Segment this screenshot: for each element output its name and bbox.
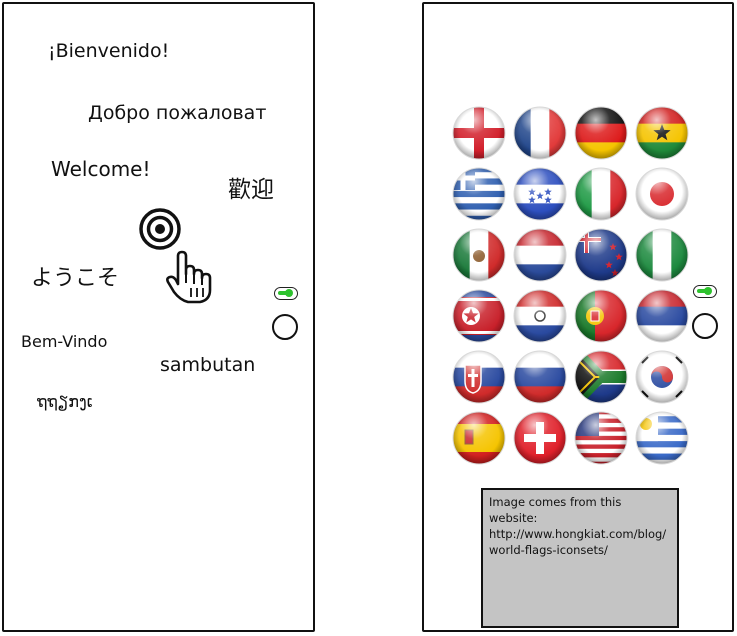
- nigeria-flag-icon[interactable]: [634, 227, 690, 283]
- greeting-japanese: ようこそ: [31, 266, 120, 291]
- flag-radio-button[interactable]: [692, 313, 718, 339]
- pointing-hand-icon: [166, 250, 212, 304]
- south-africa-flag-icon[interactable]: [573, 349, 629, 405]
- target-icon: [139, 208, 181, 250]
- greeting-tagalog: sambutan: [160, 354, 256, 376]
- netherlands-flag-icon[interactable]: [512, 227, 568, 283]
- source-note-url: http://www.hongkiat.com/blog/: [489, 527, 667, 541]
- usa-flag-icon[interactable]: [573, 410, 629, 466]
- greeting-portuguese: Bem-Vindo: [21, 332, 108, 351]
- japan-flag-icon[interactable]: [634, 166, 690, 222]
- germany-flag-icon[interactable]: [573, 105, 629, 161]
- greeting-spanish: ¡Bienvenido!: [48, 40, 170, 62]
- serbia-flag-icon[interactable]: [634, 288, 690, 344]
- flag-toggle[interactable]: [693, 285, 717, 298]
- image-source-note: Image comes from this website: http://ww…: [481, 488, 679, 628]
- mexico-flag-icon[interactable]: [451, 227, 507, 283]
- portugal-flag-icon[interactable]: [573, 288, 629, 344]
- spain-flag-icon[interactable]: [451, 410, 507, 466]
- greeting-russian: Добро пожаловат: [88, 102, 267, 124]
- source-note-line: website:: [489, 511, 538, 525]
- south-korea-flag-icon[interactable]: [634, 349, 690, 405]
- flag-selection-panel: Image comes from this website: http://ww…: [422, 2, 734, 632]
- paraguay-flag-icon[interactable]: [512, 288, 568, 344]
- source-note-line: Image comes from this: [489, 495, 622, 509]
- honduras-flag-icon[interactable]: [512, 166, 568, 222]
- north-korea-flag-icon[interactable]: [451, 288, 507, 344]
- welcome-screen-panel: ¡Bienvenido! Добро пожаловат Welcome! 歡迎…: [2, 2, 315, 632]
- new-zealand-flag-icon[interactable]: [573, 227, 629, 283]
- ghana-flag-icon[interactable]: [634, 105, 690, 161]
- switzerland-flag-icon[interactable]: [512, 410, 568, 466]
- uruguay-flag-icon[interactable]: [634, 410, 690, 466]
- england-flag-icon[interactable]: [451, 105, 507, 161]
- slovakia-flag-icon[interactable]: [451, 349, 507, 405]
- greeting-english: Welcome!: [51, 157, 151, 181]
- greece-flag-icon[interactable]: [451, 166, 507, 222]
- slovenia-flag-icon[interactable]: [512, 349, 568, 405]
- language-toggle[interactable]: [274, 287, 298, 300]
- source-note-url: world-flags-iconsets/: [489, 543, 608, 557]
- language-radio-button[interactable]: [272, 314, 298, 340]
- greeting-khmer: ຖຖຽກງເ: [37, 392, 93, 411]
- greeting-chinese: 歡迎: [228, 177, 274, 203]
- italy-flag-icon[interactable]: [573, 166, 629, 222]
- france-flag-icon[interactable]: [512, 105, 568, 161]
